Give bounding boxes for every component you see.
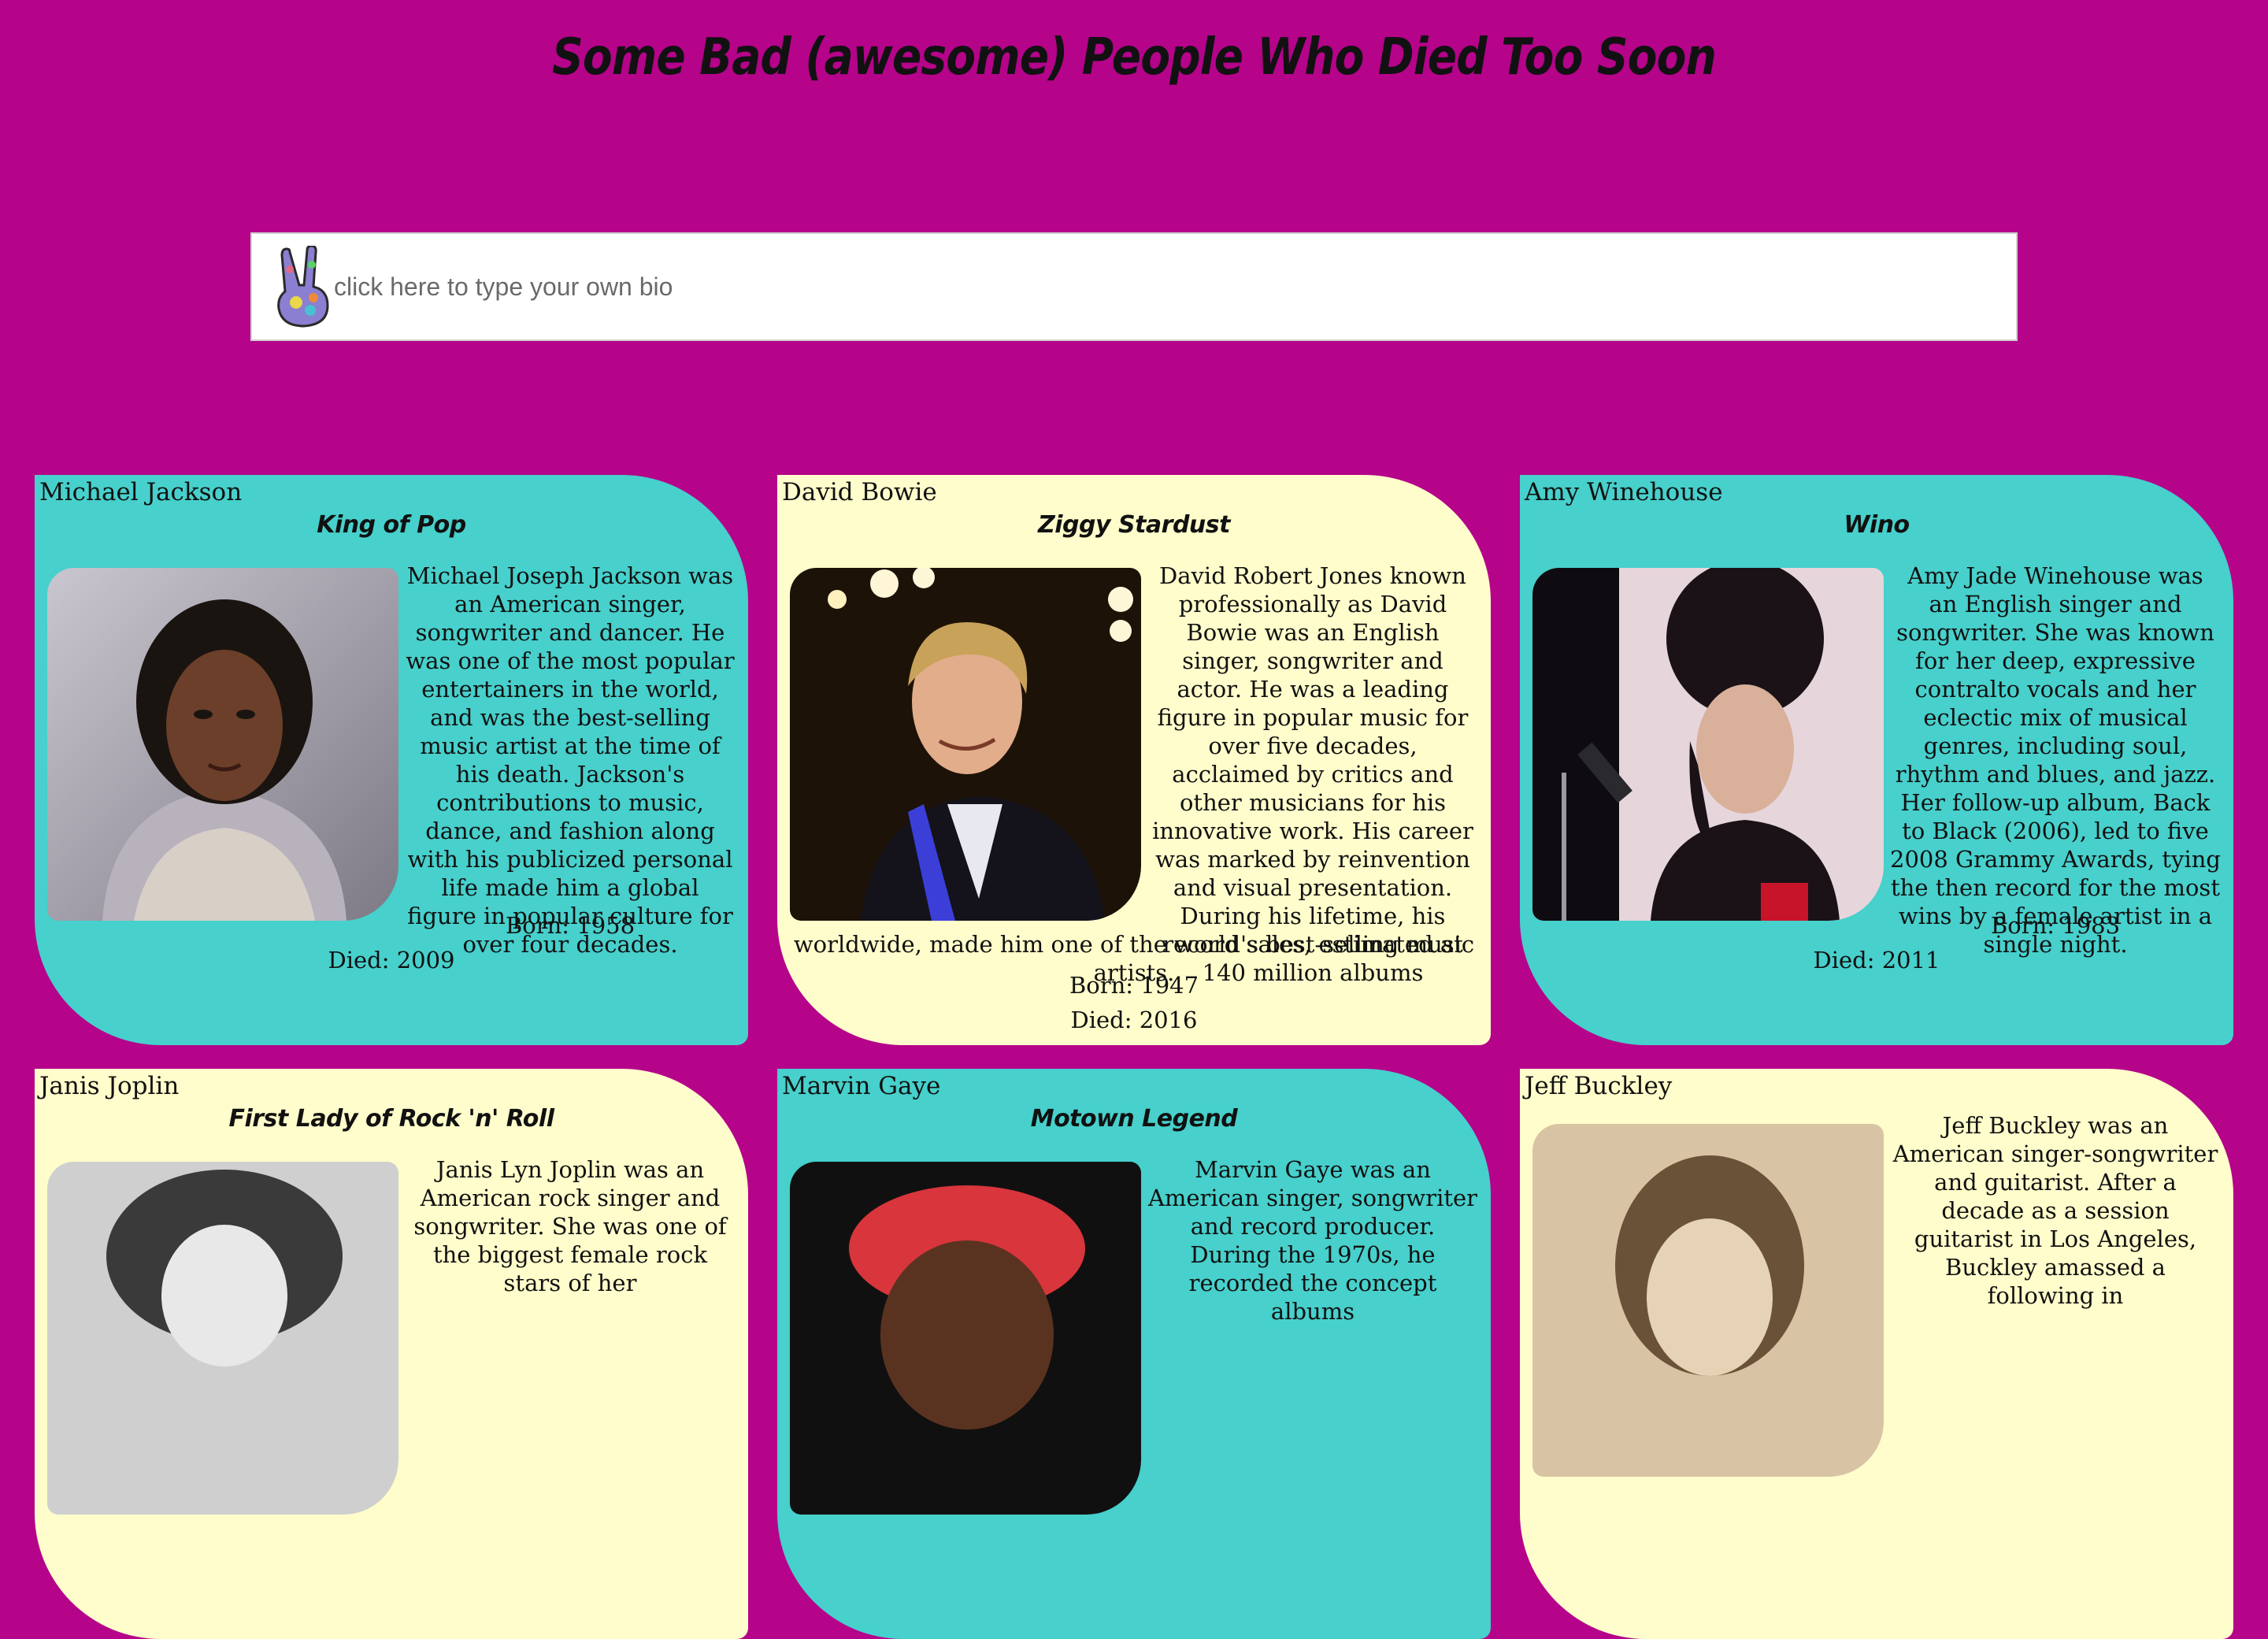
- card-bio: Janis Lyn Joplin was an American rock si…: [413, 1156, 727, 1296]
- card-bio: Marvin Gaye was an American singer, song…: [1147, 1156, 1478, 1325]
- card-jeff-buckley: Jeff Buckley Jeff Buckley was an America…: [1520, 1069, 2233, 1639]
- peace-sign-hand-icon: [277, 246, 329, 328]
- card-died: Died: 2009: [328, 947, 455, 973]
- card-nickname: First Lady of Rock 'n' Roll: [228, 1105, 554, 1133]
- card-michael-jackson: Michael Jackson King of Pop Michael Jose…: [35, 475, 748, 1045]
- card-amy-winehouse: Amy Winehouse Wino Amy Jade Winehouse wa…: [1520, 475, 2233, 1045]
- card-photo: [790, 568, 1141, 921]
- card-name: Marvin Gaye: [782, 1072, 941, 1100]
- card-photo: [1532, 568, 1884, 921]
- bio-input[interactable]: [334, 263, 1909, 310]
- card-photo: [1532, 1124, 1884, 1477]
- card-born: Born: 1947: [1069, 972, 1199, 999]
- card-janis-joplin: Janis Joplin First Lady of Rock 'n' Roll…: [35, 1069, 748, 1639]
- card-photo: [47, 1162, 398, 1515]
- card-bio: Amy Jade Winehouse was an English singer…: [1890, 562, 2221, 958]
- card-name: Janis Joplin: [39, 1072, 180, 1100]
- card-born: Born: 1958: [505, 912, 636, 939]
- card-bio: Jeff Buckley was an American singer-song…: [1892, 1112, 2218, 1309]
- card-photo: [47, 568, 398, 921]
- card-name: David Bowie: [782, 478, 937, 506]
- card-born: Born: 1983: [1990, 912, 2121, 939]
- card-name: Amy Winehouse: [1525, 478, 1723, 506]
- card-nickname: Wino: [1844, 511, 1910, 539]
- card-bio: David Robert Jones known professionally …: [1152, 562, 1473, 986]
- bio-input-box[interactable]: [250, 232, 2018, 341]
- card-nickname: Ziggy Stardust: [1037, 511, 1231, 539]
- card-bio: Michael Joseph Jackson was an American s…: [406, 562, 735, 958]
- card-marvin-gaye: Marvin Gaye Motown Legend Marvin Gaye wa…: [777, 1069, 1491, 1639]
- card-nickname: Motown Legend: [1030, 1105, 1238, 1133]
- card-photo: [790, 1162, 1141, 1515]
- card-name: Jeff Buckley: [1525, 1072, 1673, 1100]
- card-david-bowie: David Bowie Ziggy Stardust David Robert …: [777, 475, 1491, 1045]
- card-died: Died: 2011: [1813, 947, 1940, 973]
- page-title: Some Bad (awesome) People Who Died Too S…: [552, 28, 1717, 87]
- card-died: Died: 2016: [1070, 1007, 1198, 1033]
- card-name: Michael Jackson: [39, 478, 243, 506]
- card-nickname: King of Pop: [317, 511, 466, 539]
